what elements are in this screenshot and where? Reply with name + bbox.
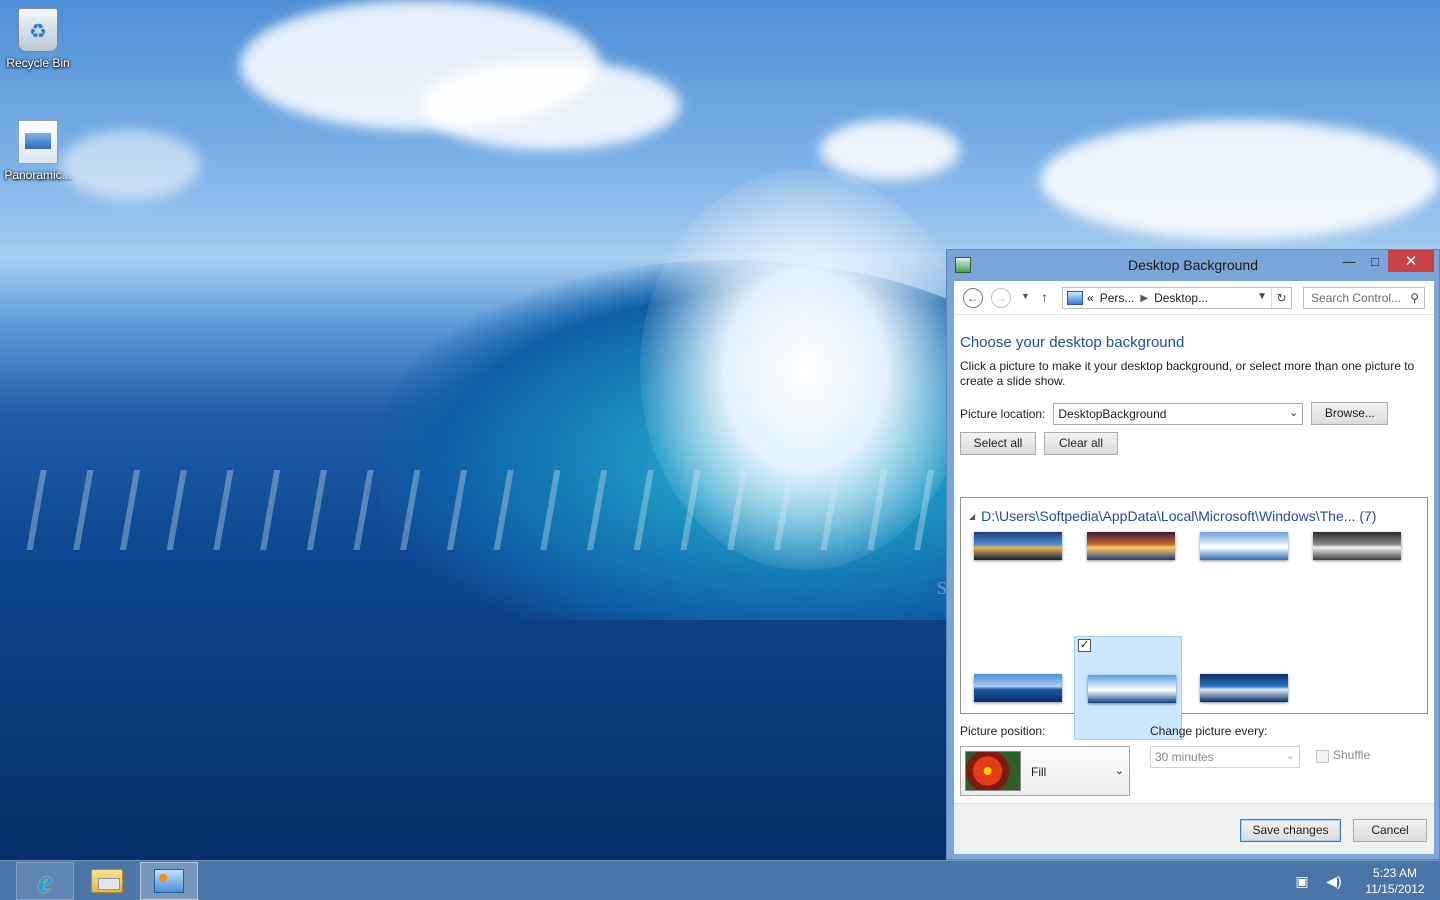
desktop-icon-recycle-bin[interactable]: Recycle Bin — [0, 8, 76, 70]
browse-button[interactable]: Browse... — [1311, 402, 1389, 425]
file-explorer-icon — [91, 869, 123, 893]
network-icon[interactable]: ▣ — [1293, 872, 1311, 890]
volume-icon[interactable]: ◀) — [1325, 872, 1343, 890]
position-preview-image — [965, 751, 1021, 791]
shuffle-checkbox[interactable] — [1316, 750, 1329, 763]
wallpaper-thumbnail-image — [974, 674, 1062, 702]
breadcrumb-separator-icon[interactable]: ▶ — [1140, 293, 1148, 304]
select-all-button[interactable]: Select all — [960, 432, 1036, 455]
picture-location-value: DesktopBackground — [1058, 406, 1167, 421]
breadcrumb-desktop-background[interactable]: Desktop... — [1154, 291, 1208, 305]
address-bar[interactable]: « Pers... ▶ Desktop... ▼ ↻ — [1062, 287, 1292, 309]
chevron-down-icon: ⌄ — [1114, 765, 1124, 777]
breadcrumb-personalization[interactable]: Pers... — [1100, 291, 1135, 305]
desktop-background-window: Desktop Background — □ ✕ ← → ▼ ↑ « Pers.… — [946, 249, 1440, 860]
selection-buttons-row: Select all Clear all — [960, 432, 1430, 455]
recycle-bin-icon — [18, 8, 58, 52]
wallpaper-thumbnail-image — [1087, 532, 1175, 560]
forward-button[interactable]: → — [991, 288, 1011, 308]
picture-gallery[interactable]: ◢ D:\Users\Softpedia\AppData\Local\Micros… — [960, 497, 1428, 740]
collapse-triangle-icon[interactable]: ◢ — [969, 512, 975, 521]
dialog-footer: Save changes Cancel — [954, 803, 1434, 854]
picture-location-select[interactable]: DesktopBackground ⌄ — [1053, 402, 1304, 425]
chevron-down-icon: ⌄ — [1289, 406, 1299, 419]
wallpaper-thumbnail-cell[interactable] — [1074, 532, 1182, 636]
taskbar-file-explorer[interactable] — [78, 862, 136, 900]
navigation-bar: ← → ▼ ↑ « Pers... ▶ Desktop... ▼ ↻ Searc… — [954, 281, 1434, 315]
main-content: Choose your desktop background Click a p… — [960, 334, 1430, 455]
desktop-icon-panoramic[interactable]: Panoramic... — [0, 120, 76, 182]
wallpaper-cloud — [820, 120, 960, 180]
up-button[interactable]: ↑ — [1041, 289, 1048, 305]
search-icon[interactable]: ⚲ — [1410, 291, 1419, 305]
system-tray: ▣ ◀) 5:23 AM 11/15/2012 — [1286, 861, 1440, 900]
picture-group-header[interactable]: ◢ D:\Users\Softpedia\AppData\Local\Micros… — [969, 508, 1376, 524]
window-client-area: ← → ▼ ↑ « Pers... ▶ Desktop... ▼ ↻ Searc… — [954, 281, 1434, 854]
page-heading: Choose your desktop background — [960, 334, 1185, 351]
picture-position-select[interactable]: Fill ⌄ — [960, 746, 1130, 796]
minimize-button[interactable]: — — [1336, 250, 1362, 272]
clock-time: 5:23 AM — [1372, 866, 1418, 880]
clock[interactable]: 5:23 AM 11/15/2012 — [1350, 865, 1440, 897]
picture-position-value: Fill — [1031, 765, 1047, 779]
picture-options: Picture position: Fill ⌄ Change picture … — [960, 724, 1430, 814]
desktop-icon-label: Recycle Bin — [6, 56, 70, 70]
wallpaper-cloud — [60, 130, 200, 200]
wallpaper-thumbnail-image — [1313, 532, 1401, 560]
back-button[interactable]: ← — [963, 288, 983, 308]
wallpaper-thumbnail-image — [1200, 532, 1288, 560]
title-bar[interactable]: Desktop Background — □ ✕ — [947, 250, 1439, 281]
wallpaper-sea-foam — [0, 470, 950, 550]
chevron-down-icon: ⌄ — [1285, 750, 1295, 762]
internet-explorer-icon: e — [37, 862, 53, 899]
wallpaper-thumbnail-cell[interactable] — [1187, 532, 1295, 636]
shuffle-label: Shuffle — [1333, 748, 1371, 762]
desktop-icon-label: Panoramic... — [4, 168, 72, 182]
change-picture-label: Change picture every: — [1150, 724, 1268, 738]
wallpaper-thumbnail-image — [1200, 674, 1288, 702]
picture-position-label: Picture position: — [960, 724, 1046, 738]
maximize-button[interactable]: □ — [1362, 250, 1388, 272]
picture-location-label: Picture location: — [960, 406, 1046, 421]
cancel-button[interactable]: Cancel — [1353, 819, 1427, 842]
recent-locations-icon[interactable]: ▼ — [1021, 291, 1030, 301]
taskbar-internet-explorer[interactable]: e — [16, 862, 74, 900]
control-panel-icon — [1067, 291, 1083, 305]
wallpaper-thumbnail-image — [974, 532, 1062, 560]
control-panel-icon — [154, 869, 184, 893]
address-dropdown-icon[interactable]: ▼ — [1257, 291, 1267, 302]
page-description: Click a picture to make it your desktop … — [960, 359, 1415, 388]
thumbnail-checkbox[interactable]: ✓ — [1078, 639, 1091, 652]
wallpaper-thumbnail-cell[interactable] — [1300, 532, 1408, 636]
group-path: D:\Users\Softpedia\AppData\Local\Microso… — [981, 508, 1377, 524]
taskbar: e ▣ ◀) 5:23 AM 11/15/2012 — [0, 860, 1440, 900]
close-button[interactable]: ✕ — [1388, 250, 1434, 272]
refresh-button[interactable]: ↻ — [1271, 288, 1291, 308]
wallpaper-cloud — [1040, 120, 1440, 240]
search-input[interactable]: Search Control... ⚲ — [1303, 287, 1425, 309]
change-picture-value: 30 minutes — [1155, 750, 1214, 764]
panoramic-theme-icon — [18, 120, 58, 164]
picture-location-row: Picture location: DesktopBackground ⌄ Br… — [960, 402, 1430, 425]
wallpaper-thumbnail-image — [1088, 675, 1176, 703]
save-changes-button[interactable]: Save changes — [1240, 819, 1341, 842]
clear-all-button[interactable]: Clear all — [1044, 432, 1118, 455]
change-picture-interval-select[interactable]: 30 minutes ⌄ — [1150, 746, 1300, 768]
clock-date: 11/15/2012 — [1365, 882, 1425, 896]
taskbar-control-panel[interactable] — [140, 862, 198, 900]
wallpaper-cloud — [420, 60, 680, 150]
search-placeholder: Search Control... — [1311, 291, 1402, 305]
address-overflow[interactable]: « — [1087, 291, 1094, 305]
wallpaper-thumbnail-cell[interactable] — [961, 532, 1069, 636]
